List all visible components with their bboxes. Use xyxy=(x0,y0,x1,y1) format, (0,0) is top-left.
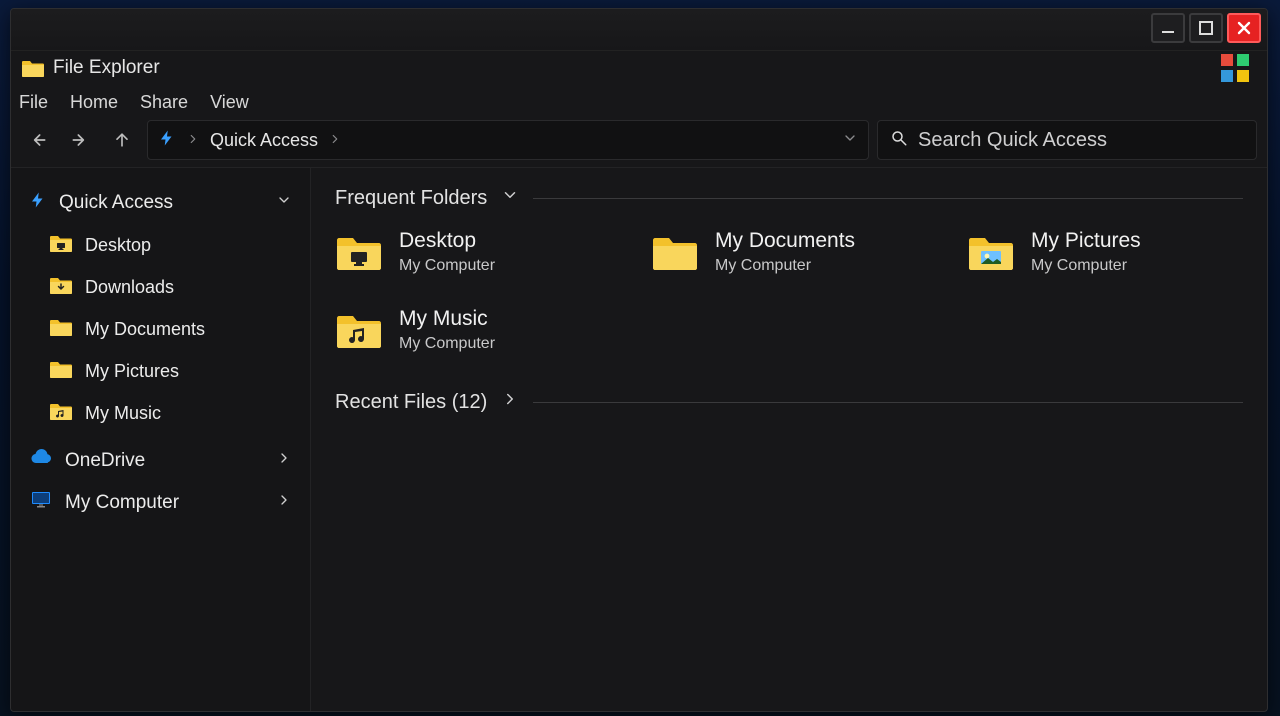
folder-icon xyxy=(651,228,699,276)
sidebar-item-music[interactable]: My Music xyxy=(19,392,302,434)
folder-desktop-icon xyxy=(49,231,73,260)
sidebar-item-downloads[interactable]: Downloads xyxy=(19,266,302,308)
sidebar-item-label: Downloads xyxy=(85,277,174,298)
menu-view[interactable]: View xyxy=(210,92,249,113)
sidebar-item-label: My Documents xyxy=(85,319,205,340)
divider xyxy=(533,402,1243,403)
address-bar[interactable]: Quick Access xyxy=(147,120,869,160)
folder-subtitle: My Computer xyxy=(399,335,495,353)
sidebar-item-label: My Computer xyxy=(65,492,264,514)
folder-title: My Music xyxy=(399,307,495,330)
search-box[interactable] xyxy=(877,120,1257,160)
minimize-button[interactable] xyxy=(1151,13,1185,43)
section-title: Recent Files (12) xyxy=(335,391,487,414)
folder-icon xyxy=(49,357,73,386)
folder-documents[interactable]: My Documents My Computer xyxy=(651,228,927,276)
folder-title: My Pictures xyxy=(1031,229,1141,252)
lightning-icon xyxy=(29,191,47,215)
folder-subtitle: My Computer xyxy=(399,257,495,275)
folder-desktop-icon xyxy=(335,228,383,276)
breadcrumb-chevron-icon xyxy=(186,130,200,151)
search-input[interactable] xyxy=(918,129,1244,152)
sidebar-onedrive[interactable]: OneDrive xyxy=(19,440,302,482)
menu-bar: File Home Share View xyxy=(11,85,1267,119)
maximize-button[interactable] xyxy=(1189,13,1223,43)
app-title: File Explorer xyxy=(53,57,160,79)
chevron-down-icon xyxy=(501,186,519,210)
divider xyxy=(533,198,1243,199)
up-button[interactable] xyxy=(105,123,139,157)
sidebar-item-pictures[interactable]: My Pictures xyxy=(19,350,302,392)
sidebar-item-label: Desktop xyxy=(85,235,151,256)
breadcrumb-chevron-icon xyxy=(328,130,342,151)
file-explorer-window: File Explorer File Home Share View Quick… xyxy=(10,8,1268,712)
folder-title: Desktop xyxy=(399,229,495,252)
cloud-icon xyxy=(29,446,53,476)
back-button[interactable] xyxy=(21,123,55,157)
sidebar-item-documents[interactable]: My Documents xyxy=(19,308,302,350)
main-content: Frequent Folders Desktop My Computer My … xyxy=(311,168,1267,711)
menu-home[interactable]: Home xyxy=(70,92,118,113)
nav-row: Quick Access xyxy=(11,119,1267,167)
sidebar-item-label: Quick Access xyxy=(59,192,264,214)
sidebar-item-label: My Pictures xyxy=(85,361,179,382)
close-button[interactable] xyxy=(1227,13,1261,43)
folder-music-icon xyxy=(49,399,73,428)
search-icon xyxy=(890,129,908,152)
forward-button[interactable] xyxy=(63,123,97,157)
app-title-row: File Explorer xyxy=(11,51,1267,85)
menu-file[interactable]: File xyxy=(19,92,48,113)
folder-pictures-icon xyxy=(967,228,1015,276)
sidebar-my-computer[interactable]: My Computer xyxy=(19,482,302,524)
folder-music-icon xyxy=(335,306,383,354)
chevron-right-icon xyxy=(276,492,292,514)
sidebar: Quick Access Desktop Downloads My Docume… xyxy=(11,168,311,711)
menu-share[interactable]: Share xyxy=(140,92,188,113)
sidebar-quick-access[interactable]: Quick Access xyxy=(19,182,302,224)
sidebar-item-desktop[interactable]: Desktop xyxy=(19,224,302,266)
address-dropdown-icon[interactable] xyxy=(842,130,858,151)
folder-desktop[interactable]: Desktop My Computer xyxy=(335,228,611,276)
chevron-right-icon xyxy=(501,390,519,414)
folder-subtitle: My Computer xyxy=(715,257,855,275)
folder-music[interactable]: My Music My Computer xyxy=(335,306,611,354)
section-frequent-header[interactable]: Frequent Folders xyxy=(335,186,1243,210)
folder-pictures[interactable]: My Pictures My Computer xyxy=(967,228,1243,276)
folder-icon xyxy=(49,315,73,344)
monitor-icon xyxy=(29,488,53,518)
folder-subtitle: My Computer xyxy=(1031,257,1141,275)
chevron-right-icon xyxy=(276,450,292,472)
folder-downloads-icon xyxy=(49,273,73,302)
chevron-down-icon xyxy=(276,192,292,214)
frequent-folders-grid: Desktop My Computer My Documents My Comp… xyxy=(335,228,1243,354)
address-location: Quick Access xyxy=(210,130,318,151)
app-icon xyxy=(21,56,45,80)
windows-logo-icon xyxy=(1221,54,1249,82)
titlebar xyxy=(11,9,1267,51)
sidebar-item-label: My Music xyxy=(85,403,161,424)
sidebar-item-label: OneDrive xyxy=(65,450,264,472)
folder-title: My Documents xyxy=(715,229,855,252)
section-title: Frequent Folders xyxy=(335,187,487,210)
section-recent-header[interactable]: Recent Files (12) xyxy=(335,390,1243,414)
lightning-icon xyxy=(158,129,176,152)
body: Quick Access Desktop Downloads My Docume… xyxy=(11,167,1267,711)
